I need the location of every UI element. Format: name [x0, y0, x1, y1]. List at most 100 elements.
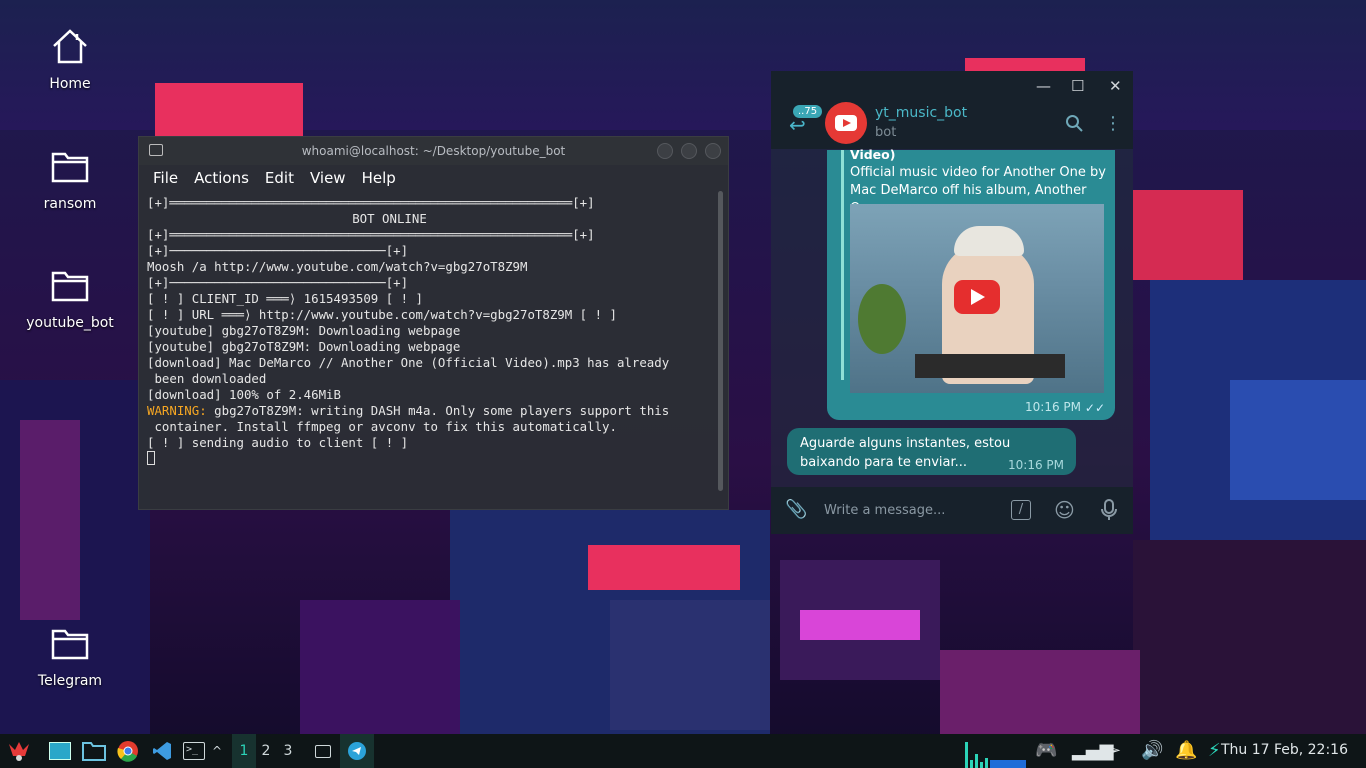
audio-visualizer — [962, 734, 1028, 768]
link-preview-bar — [841, 150, 844, 380]
chat-status: bot — [875, 125, 897, 140]
thumbnail-keyboard — [915, 354, 1065, 378]
desktop-icon-ransom[interactable]: ransom — [20, 146, 120, 212]
emoji-icon[interactable]: ☺ — [1054, 498, 1075, 522]
text-cursor — [147, 451, 155, 465]
warning-text: gbg27oT8Z9M: writing DASH m4a. Only some… — [206, 403, 670, 418]
text-message-bubble[interactable]: Aguarde alguns instantes, estou baixando… — [787, 428, 1076, 475]
terminal-line: [youtube] gbg27oT8Z9M: Downloading webpa… — [147, 339, 461, 354]
desktop-icon-label: Telegram — [37, 673, 103, 689]
thumbnail-hat — [954, 226, 1024, 256]
clock[interactable]: Thu 17 Feb, 22:16 — [1221, 742, 1348, 758]
menu-help[interactable]: Help — [362, 169, 396, 187]
more-vert-icon[interactable]: ⋮ — [1104, 113, 1122, 134]
terminal-line: BOT ONLINE — [352, 211, 427, 226]
battery-charging-icon[interactable]: ⚡ — [1208, 740, 1221, 761]
search-icon[interactable] — [1065, 114, 1083, 132]
avatar[interactable] — [825, 102, 867, 144]
desktop-icon — [49, 742, 71, 760]
terminal-line: [youtube] gbg27oT8Z9M: Downloading webpa… — [147, 323, 461, 338]
volume-icon[interactable]: 🔊 — [1141, 740, 1163, 761]
terminal-prompt-line — [147, 451, 712, 467]
terminal-output[interactable]: [+]═════════════════════════════════════… — [147, 195, 712, 503]
menu-actions[interactable]: Actions — [194, 169, 249, 187]
workspace-3[interactable]: 3 — [277, 734, 299, 768]
vscode-icon — [153, 742, 171, 760]
thumbnail-plant — [858, 284, 906, 354]
terminal-line: [ ! ] URL ═══⟩ http://www.youtube.com/wa… — [147, 307, 617, 322]
desktop-icon-label: Home — [49, 76, 91, 92]
play-icon[interactable] — [954, 280, 1000, 314]
send-icon[interactable]: ➢ — [1106, 740, 1121, 761]
folder-icon — [51, 271, 89, 302]
double-check-icon: ✓✓ — [1084, 401, 1105, 415]
notification-bell-icon[interactable]: 🔔 — [1175, 740, 1197, 761]
desktop-icon-telegram[interactable]: Telegram — [20, 623, 120, 689]
folder-icon — [51, 152, 89, 183]
chat-name[interactable]: yt_music_bot — [875, 105, 967, 121]
media-message-bubble[interactable]: Video) Official music video for Another … — [827, 147, 1115, 420]
terminal-scrollbar[interactable] — [718, 191, 723, 491]
maximize-button[interactable]: ☐ — [1071, 77, 1084, 95]
desktop-icon-youtube-bot[interactable]: youtube_bot — [20, 265, 120, 331]
taskbar-launcher-chrome[interactable] — [114, 734, 142, 768]
workspace-2[interactable]: 2 — [255, 734, 277, 768]
discord-icon[interactable]: 🎮 — [1035, 740, 1057, 761]
link-preview-title: Video) — [850, 147, 896, 162]
files-icon — [82, 742, 106, 761]
menu-edit[interactable]: Edit — [265, 169, 294, 187]
terminal-line: Moosh /a http://www.youtube.com/watch?v=… — [147, 259, 528, 274]
task-telegram[interactable] — [340, 734, 374, 768]
terminal-line: container. Install ffmpeg or avconv to f… — [147, 419, 617, 434]
desktop-icon-home[interactable]: Home — [20, 26, 120, 92]
taskbar-launcher-vscode[interactable] — [148, 734, 176, 768]
chrome-icon — [117, 741, 138, 762]
terminal-warning-line: WARNING: gbg27oT8Z9M: writing DASH m4a. … — [147, 403, 712, 419]
taskbar-launcher-desktop[interactable] — [46, 734, 74, 768]
minimize-button[interactable] — [657, 143, 673, 159]
taskbar-expand-button[interactable]: ^ — [208, 734, 226, 768]
video-thumbnail[interactable] — [850, 204, 1104, 393]
taskbar-launcher-terminal[interactable]: >_ — [180, 734, 208, 768]
terminal-line: been downloaded — [147, 371, 267, 386]
menu-file[interactable]: File — [153, 169, 178, 187]
terminal-line: [ ! ] sending audio to client [ ! ] — [147, 435, 409, 450]
menu-view[interactable]: View — [310, 169, 346, 187]
jester-logo-icon — [9, 742, 29, 761]
terminal-icon: >_ — [183, 742, 205, 760]
terminal-line: [download] Mac DeMarco // Another One (O… — [147, 355, 670, 370]
telegram-icon — [348, 742, 366, 760]
maximize-button[interactable] — [681, 143, 697, 159]
message-time: 10:16 PM — [1025, 400, 1081, 414]
terminal-icon — [315, 744, 331, 758]
terminal-titlebar[interactable]: whoami@localhost: ~/Desktop/youtube_bot — [139, 137, 728, 165]
message-composer: 📎 Write a message... / ☺ — [771, 487, 1133, 534]
close-button[interactable]: ✕ — [1109, 77, 1122, 95]
desktop-icon-label: youtube_bot — [26, 315, 114, 331]
task-terminal[interactable] — [308, 734, 338, 768]
terminal-line: [download] 100% of 2.46MiB — [147, 387, 341, 402]
terminal-window[interactable]: whoami@localhost: ~/Desktop/youtube_bot … — [138, 136, 729, 510]
folder-icon — [51, 629, 89, 660]
minimize-button[interactable]: — — [1036, 77, 1051, 95]
message-input[interactable]: Write a message... — [824, 503, 945, 518]
desktop-icon-label: ransom — [43, 196, 97, 212]
bot-command-icon[interactable]: / — [1011, 500, 1031, 520]
app-menu-button[interactable] — [4, 734, 34, 768]
terminal-line: [+]═════════════════════════════════════… — [147, 195, 595, 210]
microphone-icon[interactable] — [1100, 498, 1118, 522]
terminal-title: whoami@localhost: ~/Desktop/youtube_bot — [301, 144, 566, 158]
terminal-line: [ ! ] CLIENT_ID ═══⟩ 1615493509 [ ! ] — [147, 291, 424, 306]
taskbar-launcher-files[interactable] — [80, 734, 108, 768]
warning-label: WARNING: — [147, 403, 207, 418]
terminal-line: [+]═════════════════════════════════════… — [147, 227, 595, 242]
terminal-menubar: File Actions Edit View Help — [139, 165, 728, 191]
close-button[interactable] — [705, 143, 721, 159]
terminal-line: [+]─────────────────────────────[+] — [147, 275, 409, 290]
chat-header: — ☐ ✕ ↩ ..75 yt_music_bot bot ⋮ — [771, 71, 1133, 149]
message-time: 10:16 PM — [1008, 458, 1064, 472]
taskbar: >_ ^ 1 2 3 🎮 ▂▄▆ ➢ 🔊 🔔 ⚡ Thu 17 Feb, 22:… — [0, 734, 1366, 768]
home-icon — [53, 29, 87, 64]
attach-icon[interactable]: 📎 — [785, 499, 807, 520]
workspace-1[interactable]: 1 — [232, 734, 256, 768]
